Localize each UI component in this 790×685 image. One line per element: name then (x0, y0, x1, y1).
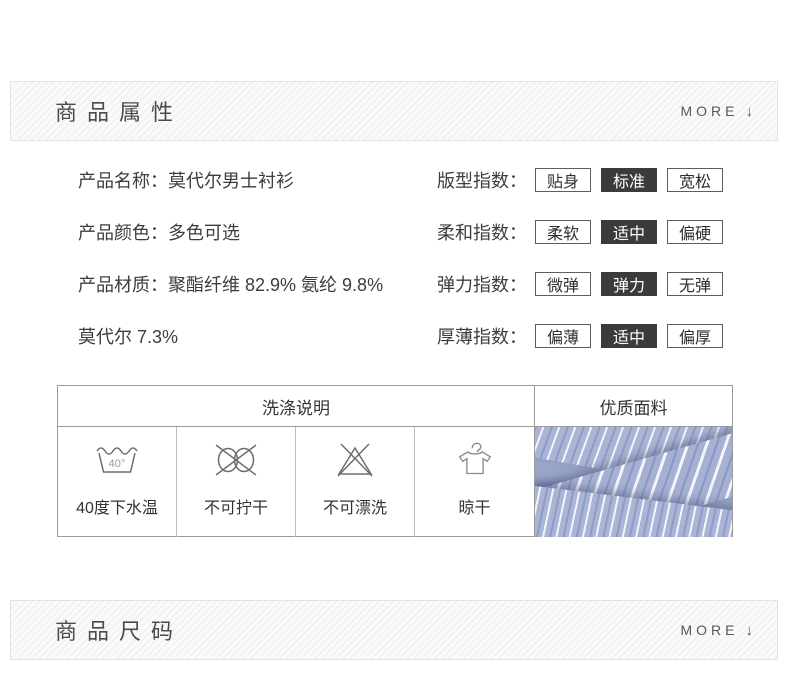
more-label: MORE (680, 103, 739, 119)
product-material-value-2: 莫代尔 7.3% (78, 327, 179, 347)
care-label: 40度下水温 (76, 500, 158, 517)
elasticity-option-none: 无弹 (667, 272, 723, 296)
thickness-index-label: 厚薄指数： (437, 327, 527, 347)
thickness-option-medium: 适中 (601, 324, 657, 348)
softness-option-medium: 适中 (601, 220, 657, 244)
care-label: 不可拧干 (203, 500, 268, 517)
care-table-body: 40° 40度下水温 不可拧干 不可漂洗 晾干 (58, 427, 732, 537)
fit-index-row: 版型指数： 贴身 标准 宽松 (437, 167, 733, 193)
thickness-option-thin: 偏薄 (535, 324, 591, 348)
product-name-label: 产品名称： (78, 171, 168, 191)
product-name-value: 莫代尔男士衬衫 (168, 171, 294, 191)
attributes-section-title: 商品属性 (55, 100, 184, 125)
fit-index-label: 版型指数： (437, 171, 527, 191)
elasticity-index-row: 弹力指数： 微弹 弹力 无弹 (437, 271, 733, 297)
hang-dry-icon (458, 442, 491, 475)
attributes-section-header: 商品属性 MORE ↓ (10, 81, 778, 141)
product-material-value: 聚酯纤维 82.9% 氨纶 9.8% (168, 275, 384, 295)
product-material-label: 产品材质： (78, 275, 168, 295)
size-section-title: 商品尺码 (55, 619, 184, 644)
care-label: 不可漂洗 (322, 500, 387, 517)
fit-option-loose: 宽松 (667, 168, 723, 192)
care-instructions-table: 洗涤说明 优质面料 40° 40度下水温 不可拧干 不可漂洗 晾干 (57, 385, 733, 537)
care-cell-no-bleach: 不可漂洗 (296, 427, 415, 537)
fabric-quality-header: 优质面料 (599, 398, 668, 418)
care-cell-wash-temp: 40° 40度下水温 (58, 427, 177, 537)
thickness-option-thick: 偏厚 (667, 324, 723, 348)
care-cell-no-wring: 不可拧干 (177, 427, 296, 537)
product-name-row: 产品名称： 莫代尔男士衬衫 (78, 167, 294, 193)
no-bleach-icon (337, 443, 373, 477)
softness-option-soft: 柔软 (535, 220, 591, 244)
product-color-row: 产品颜色： 多色可选 (78, 219, 240, 245)
elasticity-option-elastic: 弹力 (601, 272, 657, 296)
wash-temp-40-icon: 40° (96, 447, 138, 473)
softness-option-hard: 偏硬 (667, 220, 723, 244)
product-detail-page: 商品属性 MORE ↓ 产品名称： 莫代尔男士衬衫 产品颜色： 多色可选 产品材质：… (0, 0, 790, 685)
size-more-button[interactable]: MORE ↓ (681, 622, 754, 639)
fabric-image (535, 427, 732, 537)
product-material-row-2: 莫代尔 7.3% (78, 323, 178, 349)
size-section-header: 商品尺码 MORE ↓ (10, 600, 778, 660)
elasticity-option-slight: 微弹 (535, 272, 591, 296)
more-label: MORE (680, 622, 739, 638)
arrow-down-icon: ↓ (745, 621, 754, 639)
attributes-more-button[interactable]: MORE ↓ (681, 103, 754, 120)
thickness-index-row: 厚薄指数： 偏薄 适中 偏厚 (437, 323, 733, 349)
care-cell-hang-dry: 晾干 (415, 427, 535, 537)
wash-instructions-header: 洗涤说明 (58, 386, 535, 426)
elasticity-index-label: 弹力指数： (437, 275, 527, 295)
product-material-row: 产品材质： 聚酯纤维 82.9% 氨纶 9.8% (78, 271, 383, 297)
product-color-value: 多色可选 (168, 223, 240, 243)
fit-option-tight: 贴身 (535, 168, 591, 192)
care-label: 晾干 (458, 500, 491, 517)
arrow-down-icon: ↓ (745, 102, 754, 120)
no-wring-icon (215, 444, 257, 476)
softness-index-row: 柔和指数： 柔软 适中 偏硬 (437, 219, 733, 245)
care-table-header: 洗涤说明 优质面料 (58, 386, 732, 427)
svg-text:40°: 40° (109, 458, 126, 470)
softness-index-label: 柔和指数： (437, 223, 527, 243)
fit-option-standard: 标准 (601, 168, 657, 192)
product-color-label: 产品颜色： (78, 223, 168, 243)
